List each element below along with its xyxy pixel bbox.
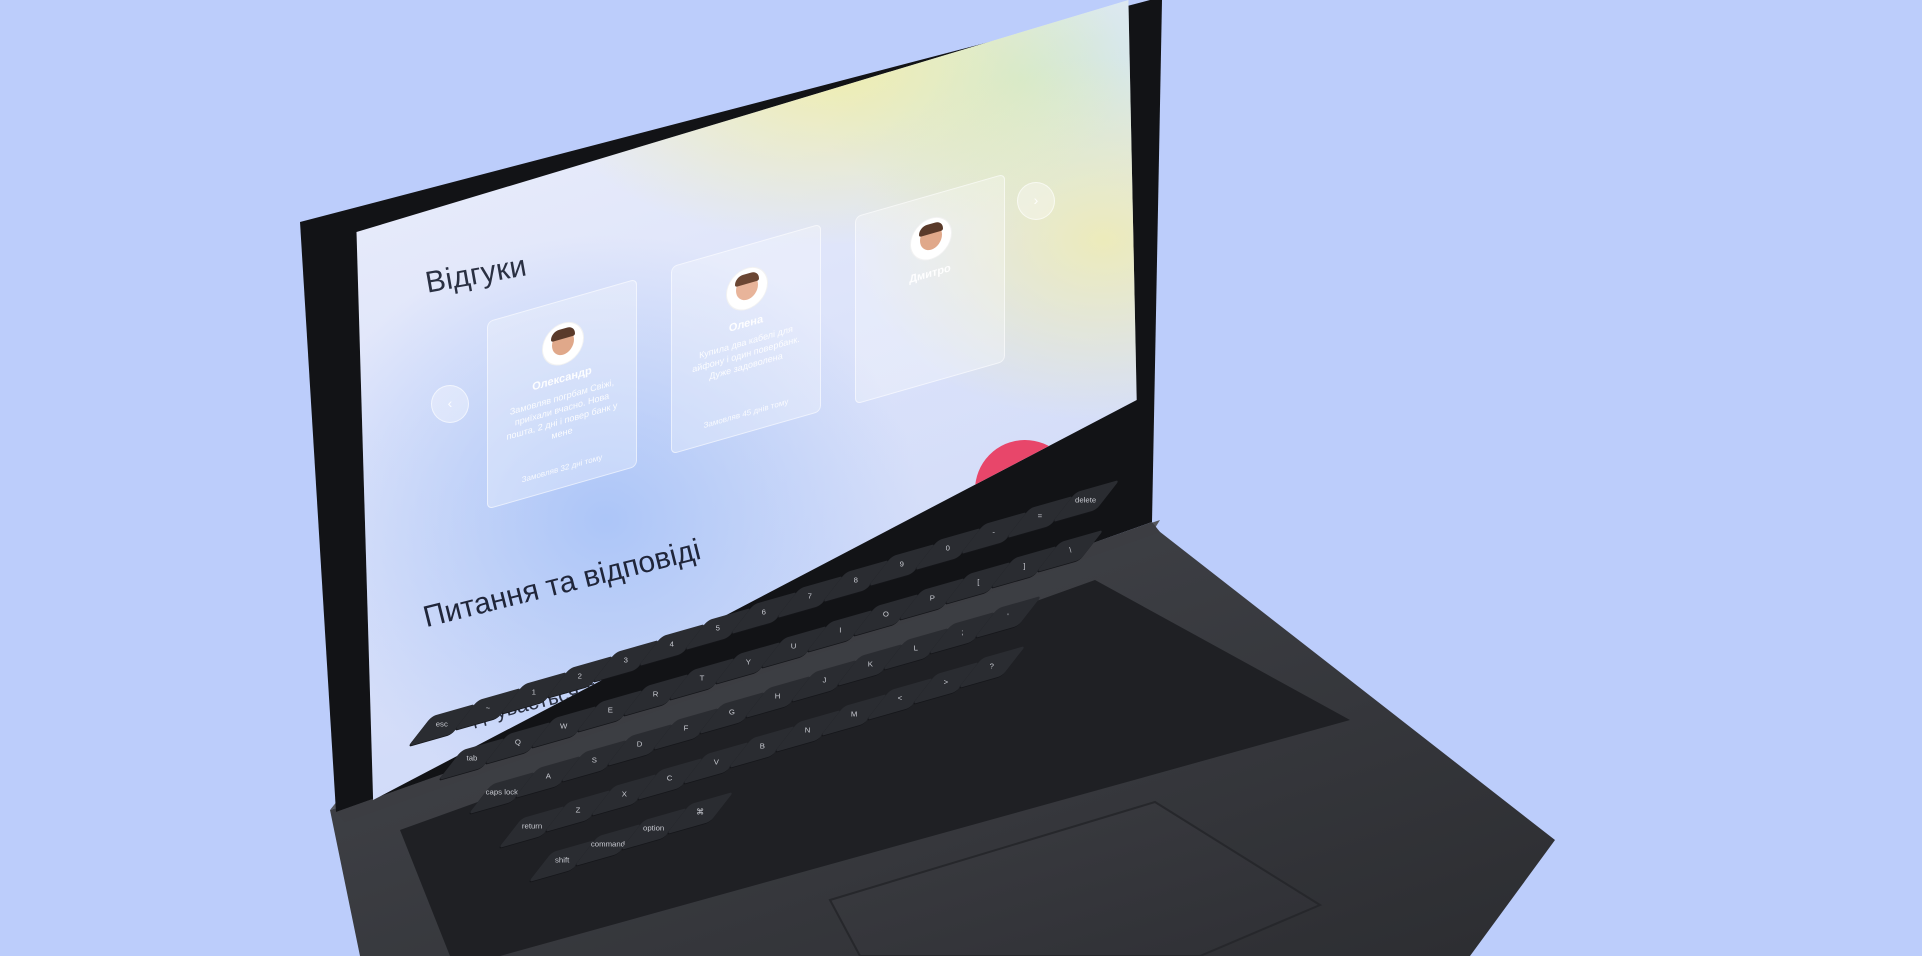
keyboard-key-label: 5 [715, 624, 721, 633]
keyboard-key-label: > [943, 678, 949, 687]
keyboard-key-label: D [637, 740, 643, 749]
keyboard-key-label: return [521, 822, 543, 831]
keyboard-key-label: delete [1075, 496, 1097, 505]
keyboard-key-label: Z [575, 806, 581, 815]
keyboard-key-label: V [713, 758, 719, 767]
keyboard-key-label: O [882, 610, 890, 619]
keyboard-key-label: C [667, 774, 673, 783]
keyboard-key-label: - [992, 528, 996, 537]
keyboard-key-label: E [607, 706, 613, 715]
avatar [910, 211, 952, 266]
keyboard-key-label: 2 [577, 672, 583, 681]
keyboard-key-label: ~ [485, 704, 491, 713]
keyboard-key-label: esc [435, 720, 449, 729]
keyboard-key-label: ⌘ [696, 808, 704, 817]
keyboard-key-label: 8 [853, 576, 859, 585]
keyboard-key-label: shift [554, 856, 570, 865]
keyboard-key-label: option [643, 824, 665, 833]
keyboard-key-label: 0 [945, 544, 951, 553]
avatar [726, 261, 768, 316]
keyboard-key-label: = [1037, 512, 1043, 521]
keyboard-key-label: H [775, 692, 781, 701]
keyboard-key-label: 3 [623, 656, 629, 665]
keyboard-key-label: U [791, 642, 797, 651]
keyboard-key-label: ? [989, 662, 995, 671]
keyboard-key-label: 1 [531, 688, 537, 697]
keyboard-key-label: < [897, 694, 903, 703]
keyboard-key-label: Y [745, 658, 751, 667]
keyboard-key-label: ] [1022, 562, 1026, 571]
keyboard-key-label: \ [1068, 546, 1072, 555]
avatar [542, 316, 584, 371]
keyboard-key-label: tab [466, 754, 478, 763]
keyboard-key-label: ; [960, 628, 964, 637]
keyboard-key-label: B [759, 742, 765, 751]
keyboard-key-label: N [805, 726, 811, 735]
keyboard-key-label: R [653, 690, 659, 699]
keyboard-key-label: 4 [669, 640, 675, 649]
keyboard-key-label: X [621, 790, 627, 799]
prev-review-button[interactable]: ‹ [431, 385, 469, 423]
keyboard-key-label: A [545, 772, 551, 781]
keyboard-key-label: [ [976, 578, 980, 587]
keyboard-key-label: caps lock [485, 788, 519, 797]
keyboard-key-label: P [929, 594, 935, 603]
keyboard-key-label: J [822, 676, 826, 685]
keyboard-key-label: W [560, 722, 568, 731]
keyboard-key-label: F [683, 724, 689, 733]
keyboard-key-label: G [728, 708, 736, 717]
keyboard-key-label: K [867, 660, 873, 669]
keyboard-key-label: 6 [761, 608, 767, 617]
keyboard-key-label: command [590, 840, 626, 849]
keyboard-key-label: 9 [899, 560, 905, 569]
keyboard-key-label: I [838, 626, 842, 635]
keyboard-key-label: M [850, 710, 858, 719]
keyboard-key-label: L [913, 644, 919, 653]
keyboard-key-label: 7 [807, 592, 813, 601]
keyboard-key-label: ' [1007, 612, 1009, 621]
keyboard-key-label: S [591, 756, 597, 765]
keyboard-key-label: T [699, 674, 705, 683]
next-review-button[interactable]: › [1017, 182, 1055, 220]
keyboard-key-label: Q [514, 738, 522, 747]
